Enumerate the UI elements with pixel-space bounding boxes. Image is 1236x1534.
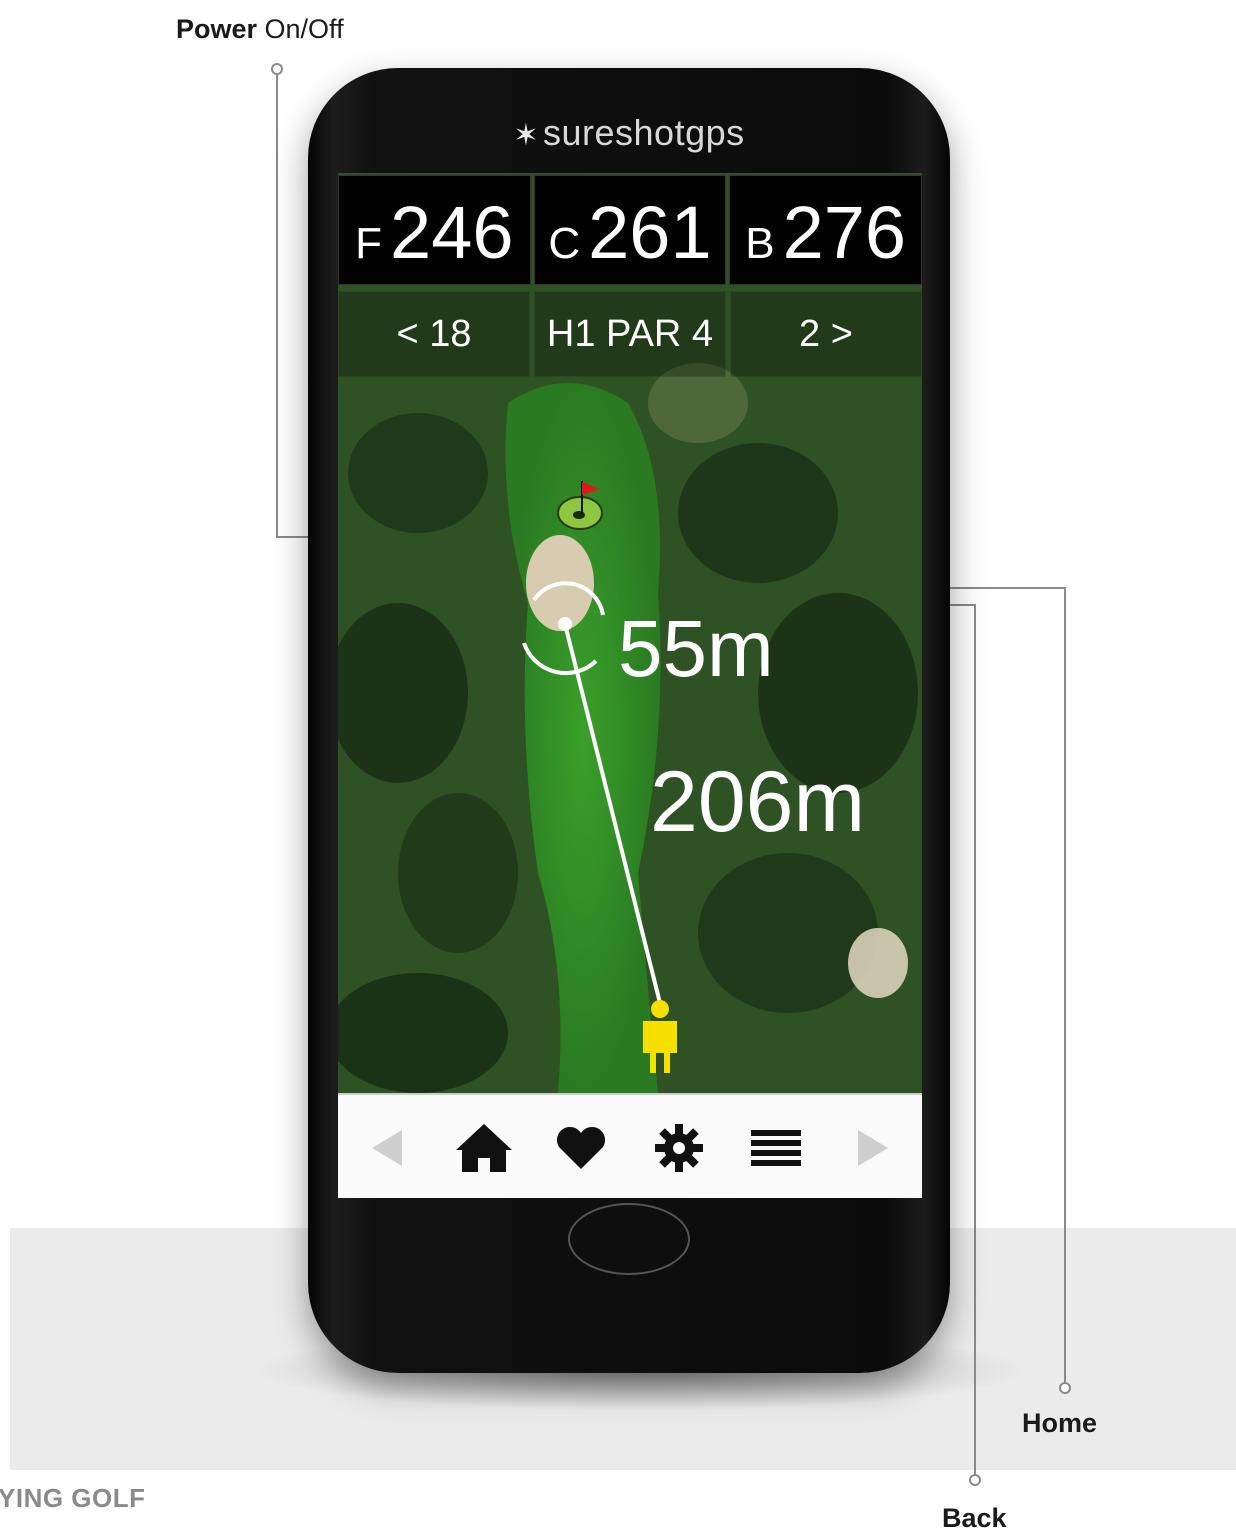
brand-name: sureshotgps bbox=[543, 112, 745, 153]
distance-to-green: 55m bbox=[618, 604, 774, 693]
distance-bar: F 246 C 261 B 276 bbox=[338, 175, 922, 285]
power-callout: Power On/Off bbox=[176, 14, 344, 45]
menu-icon[interactable] bbox=[741, 1113, 811, 1183]
bottom-toolbar bbox=[338, 1093, 922, 1198]
next-hole-button[interactable]: 2 > bbox=[730, 291, 922, 377]
center-distance[interactable]: C 261 bbox=[533, 175, 727, 285]
right-arrow-icon[interactable] bbox=[838, 1113, 908, 1183]
distance-to-target: 206m bbox=[650, 754, 866, 850]
current-hole: H1 PAR 4 bbox=[534, 291, 726, 377]
bunker bbox=[848, 928, 908, 998]
hole-navigation: < 18 H1 PAR 4 2 > bbox=[338, 291, 922, 377]
home-icon[interactable] bbox=[449, 1113, 519, 1183]
center-value: 261 bbox=[588, 191, 712, 274]
gps-device: ✶ sureshotgps F 246 C 261 B 276 < 18 H1 … bbox=[308, 68, 950, 1373]
back-label: B bbox=[745, 219, 775, 268]
prev-hole-button[interactable]: < 18 bbox=[338, 291, 530, 377]
power-callout-text: On/Off bbox=[257, 14, 344, 44]
power-callout-bold: Power bbox=[176, 14, 258, 44]
star-icon: ✶ bbox=[513, 119, 539, 152]
hole-cup bbox=[573, 511, 585, 519]
front-value: 246 bbox=[390, 191, 514, 274]
footer-heading: YING GOLF bbox=[0, 1483, 146, 1513]
gear-icon[interactable] bbox=[644, 1113, 714, 1183]
home-hardware-button[interactable] bbox=[568, 1203, 690, 1275]
front-label: F bbox=[355, 219, 383, 268]
device-screen: F 246 C 261 B 276 < 18 H1 PAR 4 2 > 55m … bbox=[338, 173, 922, 1198]
tree-cluster bbox=[398, 793, 518, 953]
home-callout: Home bbox=[1022, 1408, 1098, 1438]
tree-cluster bbox=[678, 443, 838, 583]
heart-icon[interactable] bbox=[546, 1113, 616, 1183]
back-value: 276 bbox=[782, 191, 907, 274]
brand-logo: ✶ sureshotgps bbox=[308, 112, 950, 154]
back-callout: Back bbox=[942, 1503, 1007, 1533]
back-distance[interactable]: B 276 bbox=[729, 175, 922, 285]
tree-cluster bbox=[348, 413, 488, 533]
center-label: C bbox=[548, 219, 581, 268]
front-distance[interactable]: F 246 bbox=[338, 175, 531, 285]
left-arrow-icon[interactable] bbox=[352, 1113, 422, 1183]
tree-cluster bbox=[698, 853, 878, 1013]
